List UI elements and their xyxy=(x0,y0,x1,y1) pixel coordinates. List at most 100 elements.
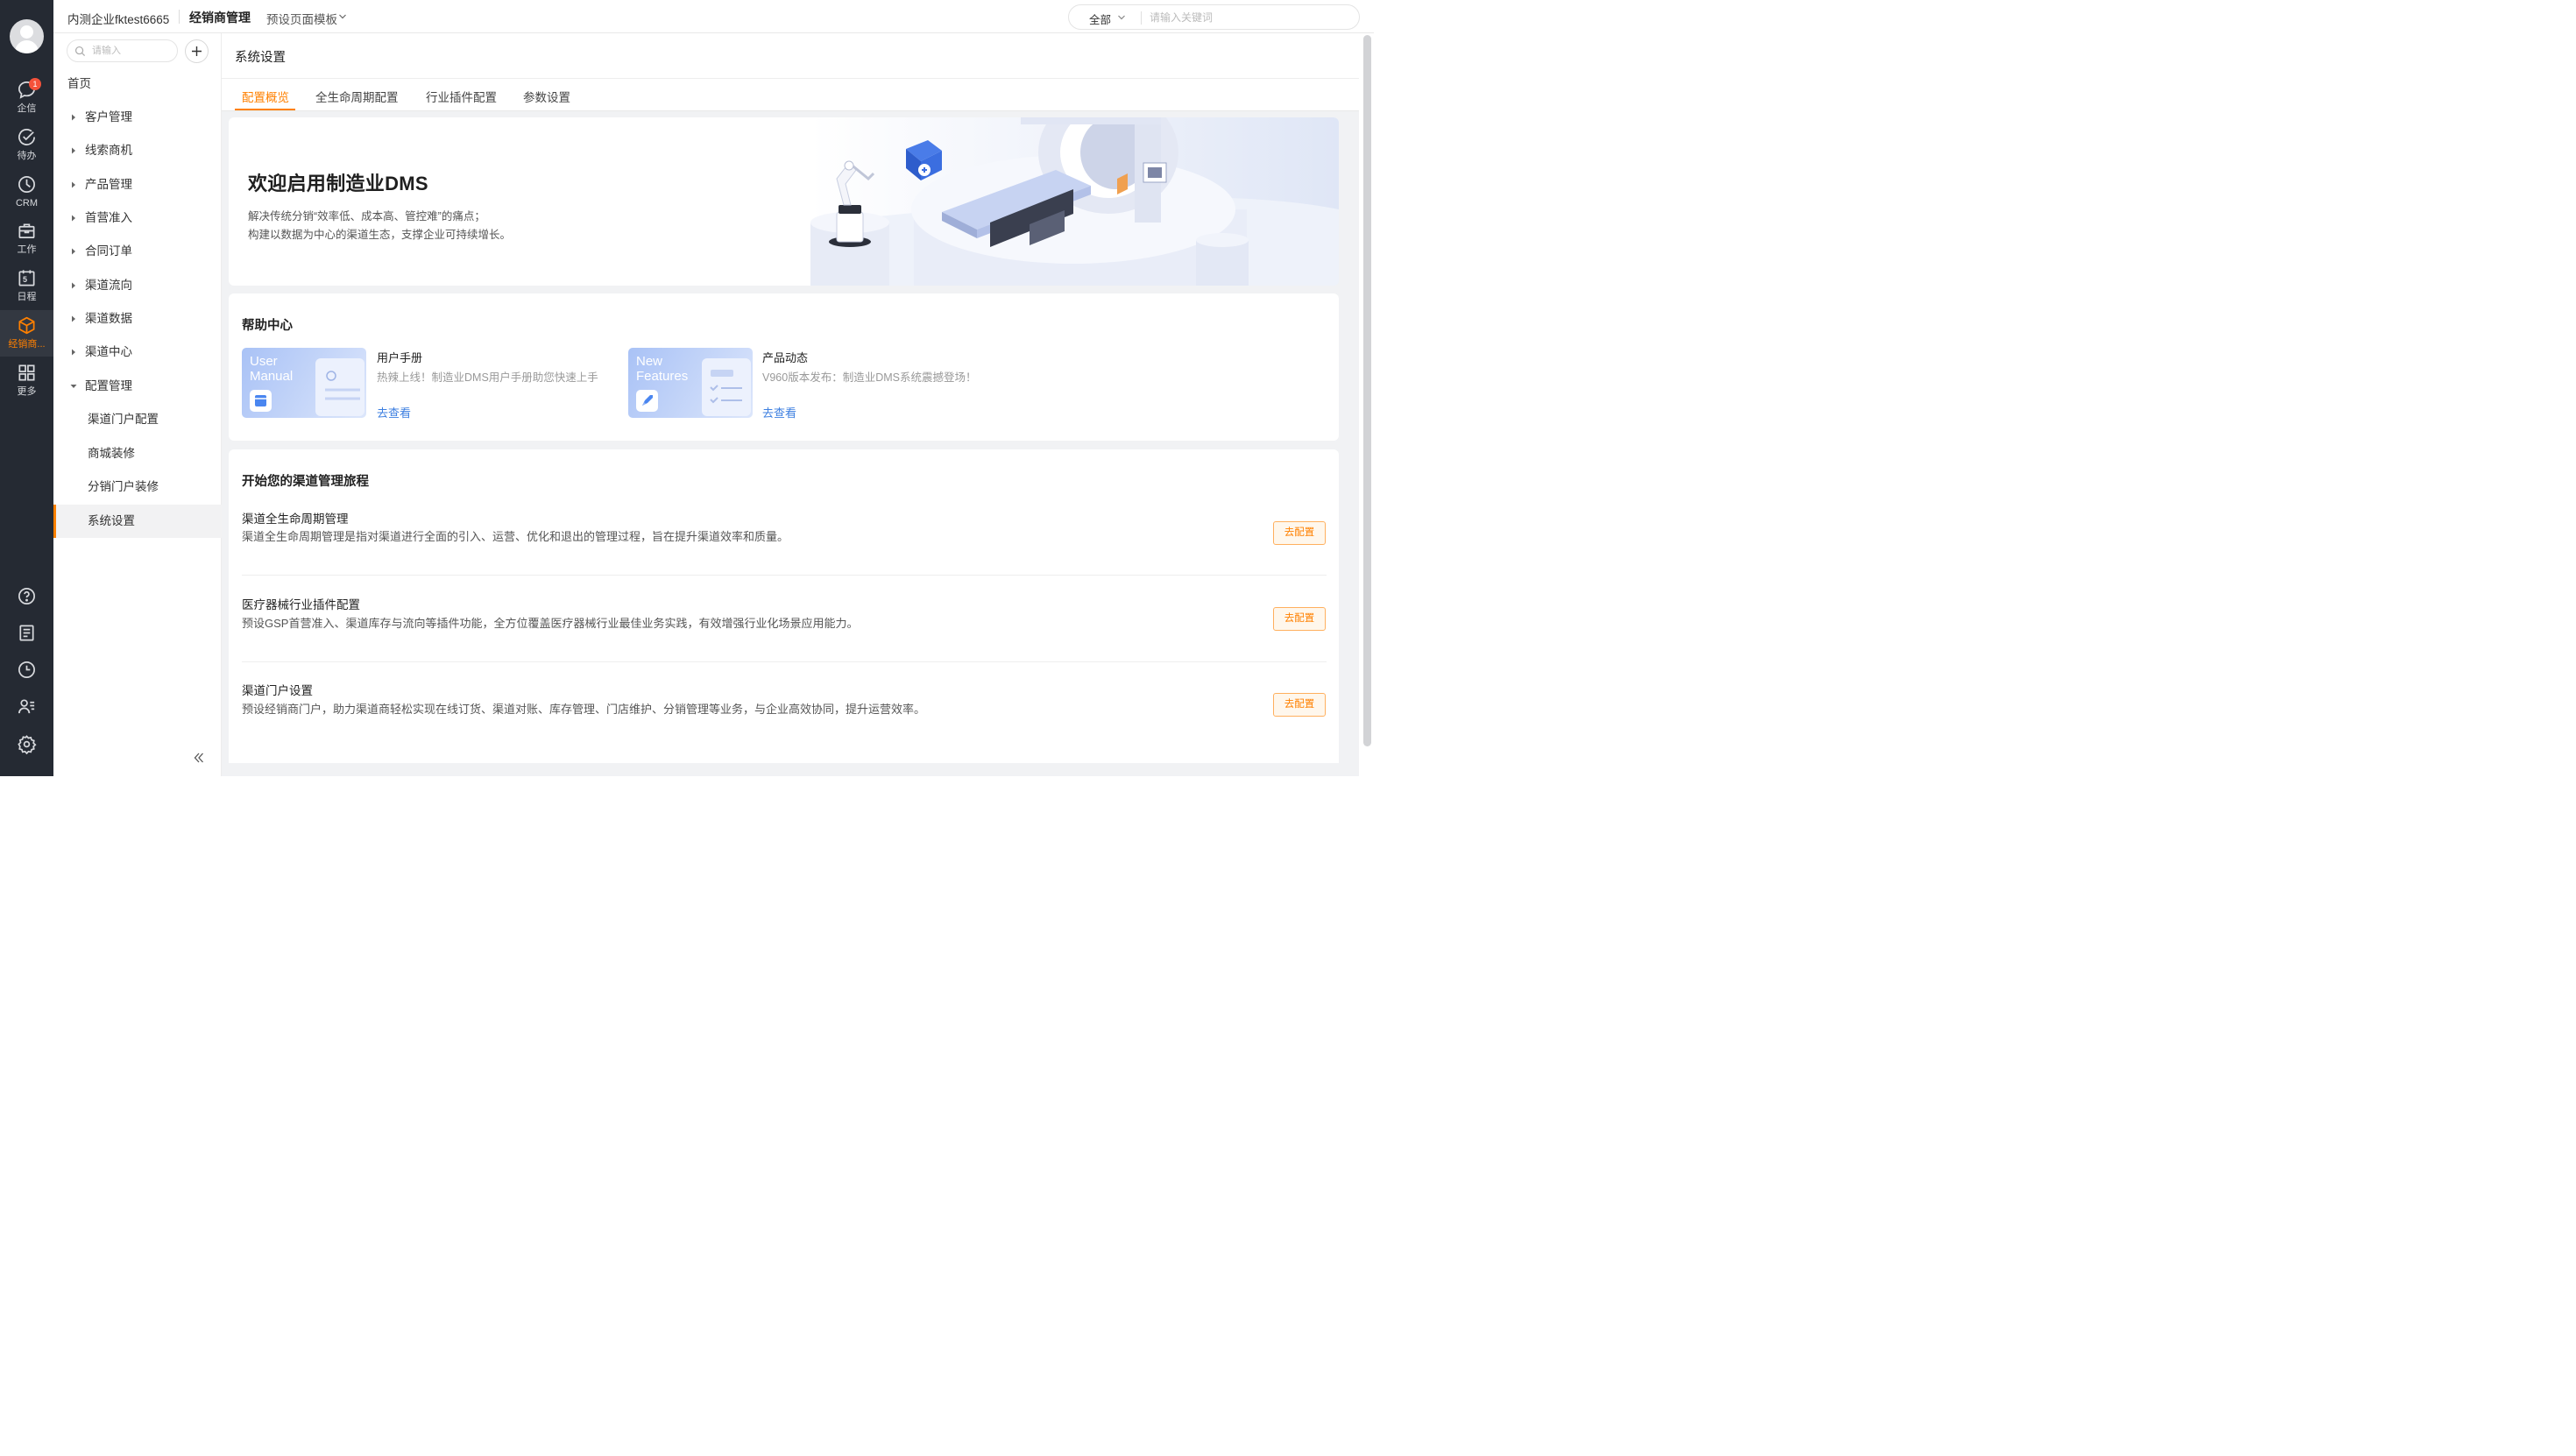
rail-label: 企信 xyxy=(17,103,37,114)
nav-label: 渠道中心 xyxy=(85,345,132,358)
clock-icon xyxy=(18,176,35,193)
horizontal-scroll-area xyxy=(222,763,1359,776)
page-title: 系统设置 xyxy=(235,51,286,65)
rail-item-schedule[interactable]: 5 日程 xyxy=(0,263,53,309)
nav-item-mall-decoration[interactable]: 商城装修 xyxy=(53,437,222,470)
app-title: 经销商管理 xyxy=(189,11,251,25)
configure-lifecycle-button[interactable]: 去配置 xyxy=(1273,521,1326,545)
section-title: 帮助中心 xyxy=(242,319,293,333)
configure-portal-button[interactable]: 去配置 xyxy=(1273,693,1326,717)
add-button[interactable] xyxy=(185,39,209,63)
nav-label: 产品管理 xyxy=(85,178,132,191)
rail-label: 更多 xyxy=(17,386,37,397)
template-menu[interactable]: 预设页面模板 xyxy=(266,10,337,27)
thumb-text: Features xyxy=(636,369,689,384)
unread-badge: 1 xyxy=(29,78,41,90)
nav-label: 系统设置 xyxy=(88,514,135,527)
nav-group-leads[interactable]: 线索商机 xyxy=(53,134,222,167)
banner-title: 欢迎启用制造业DMS xyxy=(248,173,428,194)
chevron-down-icon[interactable] xyxy=(338,12,347,21)
nav-group-center[interactable]: 渠道中心 xyxy=(53,336,222,369)
nav-group-product[interactable]: 产品管理 xyxy=(53,168,222,201)
search-icon xyxy=(74,46,86,57)
document-icon[interactable] xyxy=(17,623,37,643)
settings-icon[interactable] xyxy=(17,734,37,754)
rail-item-work[interactable]: 工作 xyxy=(0,216,53,262)
tab-industry-plugin[interactable]: 行业插件配置 xyxy=(426,88,497,105)
briefcase-icon xyxy=(18,223,35,239)
nav-group-customer[interactable]: 客户管理 xyxy=(53,101,222,134)
calendar-day: 5 xyxy=(23,275,28,284)
configure-industry-plugin-button[interactable]: 去配置 xyxy=(1273,607,1326,631)
nav-label: 分销门户装修 xyxy=(88,480,159,493)
nav-group-config[interactable]: 配置管理 xyxy=(53,370,222,403)
search-input[interactable] xyxy=(1148,10,1341,25)
row-desc: 渠道全生命周期管理是指对渠道进行全面的引入、运营、优化和退出的管理过程，旨在提升… xyxy=(242,530,789,543)
main-content: 系统设置 配置概览 全生命周期配置 行业插件配置 参数设置 欢迎启用制造业DMS… xyxy=(222,33,1359,776)
global-search: 全部 xyxy=(1068,4,1360,30)
nav-group-data[interactable]: 渠道数据 xyxy=(53,302,222,336)
journey-card: 开始您的渠道管理旅程 渠道全生命周期管理 渠道全生命周期管理是指对渠道进行全面的… xyxy=(229,449,1339,776)
rail-item-todo[interactable]: 待办 xyxy=(0,122,53,168)
rail-label: CRM xyxy=(15,198,39,209)
caret-down-icon xyxy=(70,385,77,388)
help-item-name: 产品动态 xyxy=(762,351,809,364)
divider xyxy=(1141,11,1142,25)
nav-search-input[interactable] xyxy=(90,44,173,58)
tab-parameters[interactable]: 参数设置 xyxy=(523,88,570,105)
nav-item-portal-config[interactable]: 渠道门户配置 xyxy=(53,403,222,436)
row-title: 医疗器械行业插件配置 xyxy=(242,598,360,611)
thumb-text: Manual xyxy=(250,369,294,384)
rail-item-dealer[interactable]: 经销商... xyxy=(0,310,53,357)
nav-label: 客户管理 xyxy=(85,110,132,124)
view-user-manual-link[interactable]: 去查看 xyxy=(377,404,411,421)
avatar[interactable] xyxy=(10,19,44,53)
nav-label: 配置管理 xyxy=(85,379,132,392)
nav-item-home[interactable]: 首页 xyxy=(53,67,222,101)
vertical-scrollbar[interactable] xyxy=(1363,35,1371,746)
rail-label: 待办 xyxy=(17,151,37,161)
divider xyxy=(179,10,180,24)
plus-icon xyxy=(192,46,202,56)
rail-item-crm[interactable]: CRM xyxy=(0,169,53,216)
help-icon[interactable] xyxy=(17,586,37,606)
rail-item-more[interactable]: 更多 xyxy=(0,357,53,404)
nav-label: 合同订单 xyxy=(85,244,132,258)
new-features-thumbnail[interactable]: New Features xyxy=(628,348,753,418)
nav-label: 首营准入 xyxy=(85,211,132,224)
rail-item-qixin[interactable]: 1 企信 xyxy=(0,74,53,121)
caret-right-icon xyxy=(72,282,75,289)
caret-right-icon xyxy=(72,248,75,255)
banner-line-2: 构建以数据为中心的渠道生态，支撑企业可持续增长。 xyxy=(248,229,512,241)
nav-label: 渠道门户配置 xyxy=(88,413,159,426)
rail-label: 工作 xyxy=(17,244,37,255)
history-icon[interactable] xyxy=(17,660,37,680)
cube-icon xyxy=(18,316,35,335)
help-item-name: 用户手册 xyxy=(377,351,423,364)
chevron-down-icon[interactable] xyxy=(1117,13,1126,22)
user-manual-thumbnail[interactable]: User Manual xyxy=(242,348,366,418)
tab-overview[interactable]: 配置概览 xyxy=(242,88,289,105)
nav-group-orders[interactable]: 合同订单 xyxy=(53,235,222,268)
search-scope-select[interactable]: 全部 xyxy=(1089,11,1111,27)
check-circle-icon xyxy=(18,129,35,145)
help-center-card: 帮助中心 User Manual 用户手册 热辣上线！制造业DMS用户手册助您快… xyxy=(229,293,1339,441)
nav-group-flow[interactable]: 渠道流向 xyxy=(53,269,222,302)
nav-label: 渠道数据 xyxy=(85,312,132,325)
banner-line-1: 解决传统分销“效率低、成本高、管控难”的痛点； xyxy=(248,210,485,223)
manual-icon xyxy=(250,390,272,412)
welcome-banner: 欢迎启用制造业DMS 解决传统分销“效率低、成本高、管控难”的痛点； 构建以数据… xyxy=(229,117,1339,286)
view-release-notes-link[interactable]: 去查看 xyxy=(762,404,796,421)
contacts-icon[interactable] xyxy=(17,696,37,717)
tab-lifecycle[interactable]: 全生命周期配置 xyxy=(315,88,399,105)
document-search-icon xyxy=(315,358,364,416)
page-header: 系统设置 配置概览 全生命周期配置 行业插件配置 参数设置 xyxy=(222,33,1359,111)
company-name[interactable]: 内测企业fktest6665 xyxy=(67,10,169,27)
nav-item-system-settings[interactable]: 系统设置 xyxy=(53,505,222,538)
nav-group-admission[interactable]: 首营准入 xyxy=(53,201,222,235)
rail-label: 经销商... xyxy=(8,339,46,350)
collapse-sidebar-icon[interactable] xyxy=(192,751,206,765)
thumb-text: New xyxy=(636,354,663,369)
nav-label: 渠道流向 xyxy=(85,279,132,292)
nav-item-distribution-portal[interactable]: 分销门户装修 xyxy=(53,470,222,504)
